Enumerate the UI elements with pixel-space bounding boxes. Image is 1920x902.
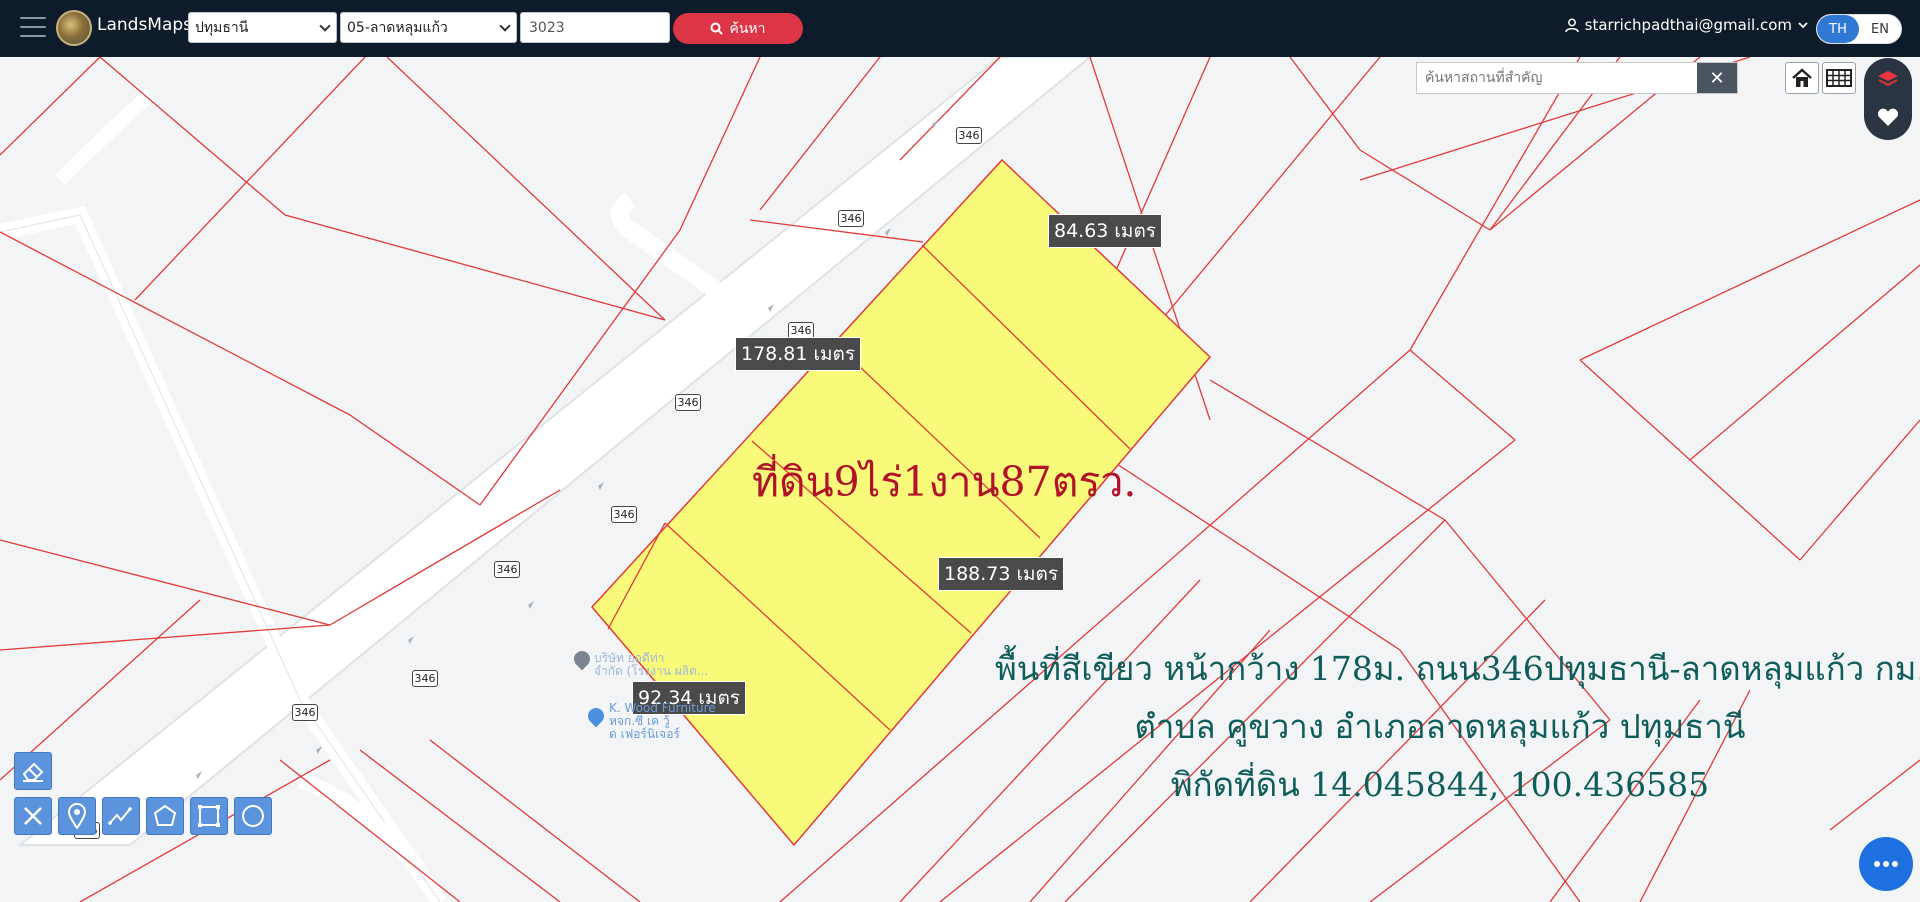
poi-kwood-line3: ด เฟอร์นิเจอร์ — [609, 727, 680, 741]
info-line-1: พื้นที่สีเขียว หน้ากว้าง 178ม. ถนน346ปทุ… — [995, 649, 1920, 688]
grid-button[interactable] — [1822, 62, 1856, 94]
pin-icon — [67, 803, 87, 829]
road-shield: 346 — [611, 506, 637, 523]
line-icon — [108, 807, 132, 825]
road-shield: 346 — [412, 670, 438, 687]
home-icon — [1792, 68, 1812, 87]
circle-button[interactable] — [234, 797, 272, 835]
land-area-label: ที่ดิน9ไร่1งาน87ตรว. — [752, 458, 1137, 506]
parcel-number-input[interactable] — [520, 12, 670, 43]
marker-button[interactable] — [58, 797, 96, 835]
chevron-down-icon — [319, 20, 331, 32]
measurement-left: 178.81 เมตร — [735, 337, 862, 371]
road-shield: 346 — [838, 210, 864, 227]
home-button[interactable] — [1785, 62, 1819, 94]
poi-kwood[interactable]: K. Wood Furniture หจก.ซี เค วู้ ด เฟอร์น… — [609, 702, 716, 741]
layers-button[interactable] — [1872, 63, 1904, 95]
search-icon — [710, 22, 724, 35]
poi-company-line2: จำกัด (โรงงาน ผลิต... — [594, 664, 709, 678]
grid-icon — [1826, 69, 1852, 87]
place-search-input[interactable] — [1417, 63, 1697, 93]
language-toggle: TH EN — [1816, 14, 1902, 44]
user-icon — [1564, 18, 1579, 32]
user-email: starrichpadthai@gmail.com — [1584, 16, 1792, 34]
upper-road — [55, 89, 155, 185]
measurement-right: 188.73 เมตร — [938, 557, 1065, 591]
road-shield: 346 — [494, 561, 520, 578]
lang-th-button[interactable]: TH — [1817, 15, 1859, 43]
polygon-button[interactable] — [146, 797, 184, 835]
poi-company[interactable]: บริษัท ยอดีท่า จำกัด (โรงงาน ผลิต... — [594, 652, 708, 678]
circle-icon — [242, 805, 264, 827]
chevron-down-icon — [499, 20, 511, 32]
brand-name: LandsMaps — [97, 15, 193, 35]
road-shield: 346 — [292, 704, 318, 721]
ruler-icon — [24, 807, 42, 825]
lang-en-button[interactable]: EN — [1859, 15, 1901, 43]
land-info-text: พื้นที่สีเขียว หน้ากว้าง 178ม. ถนน346ปทุ… — [995, 640, 1920, 814]
chevron-down-icon — [1798, 22, 1808, 29]
favorite-button[interactable] — [1872, 101, 1904, 133]
service-road — [611, 192, 736, 308]
eraser-button[interactable] — [14, 752, 52, 790]
road-shield: 346 — [675, 394, 701, 411]
polyline-button[interactable] — [102, 797, 140, 835]
search-button-label: ค้นหา — [729, 20, 766, 37]
drawing-toolbar — [14, 797, 272, 835]
landsmaps-logo — [56, 10, 92, 46]
hamburger-icon[interactable] — [20, 17, 46, 37]
side-tool-pill — [1864, 58, 1912, 140]
layers-icon — [1878, 71, 1898, 87]
top-navbar: LandsMaps ปทุมธานี 05-ลาดหลุมแก้ว ค้นหา … — [0, 0, 1920, 57]
province-select[interactable]: ปทุมธานี — [188, 12, 337, 43]
place-search-box: ✕ — [1416, 62, 1738, 94]
district-select[interactable]: 05-ลาดหลุมแก้ว — [340, 12, 517, 43]
measurement-top: 84.63 เมตร — [1048, 214, 1162, 248]
measure-button[interactable] — [14, 797, 52, 835]
rectangle-icon — [198, 805, 220, 827]
rectangle-button[interactable] — [190, 797, 228, 835]
province-select-value: ปทุมธานี — [195, 20, 249, 36]
chat-button[interactable] — [1859, 837, 1913, 891]
user-menu[interactable]: starrichpadthai@gmail.com — [1564, 16, 1808, 34]
search-button[interactable]: ค้นหา — [673, 13, 803, 44]
map-canvas[interactable]: 346 346 346 346 346 346 346 346 346 346 … — [0, 57, 1920, 902]
eraser-icon — [22, 762, 44, 782]
heart-icon — [1877, 108, 1899, 126]
district-select-value: 05-ลาดหลุมแก้ว — [347, 20, 448, 36]
polygon-icon — [153, 804, 177, 826]
info-line-3: พิกัดที่ดิน 14.045844, 100.436585 — [1170, 765, 1710, 804]
more-icon — [1874, 861, 1898, 867]
clear-search-button[interactable]: ✕ — [1697, 63, 1737, 93]
info-line-2: ตำบล คูขวาง อำเภอลาดหลุมแก้ว ปทุมธานี — [1134, 707, 1746, 746]
road-shield: 346 — [956, 127, 982, 144]
